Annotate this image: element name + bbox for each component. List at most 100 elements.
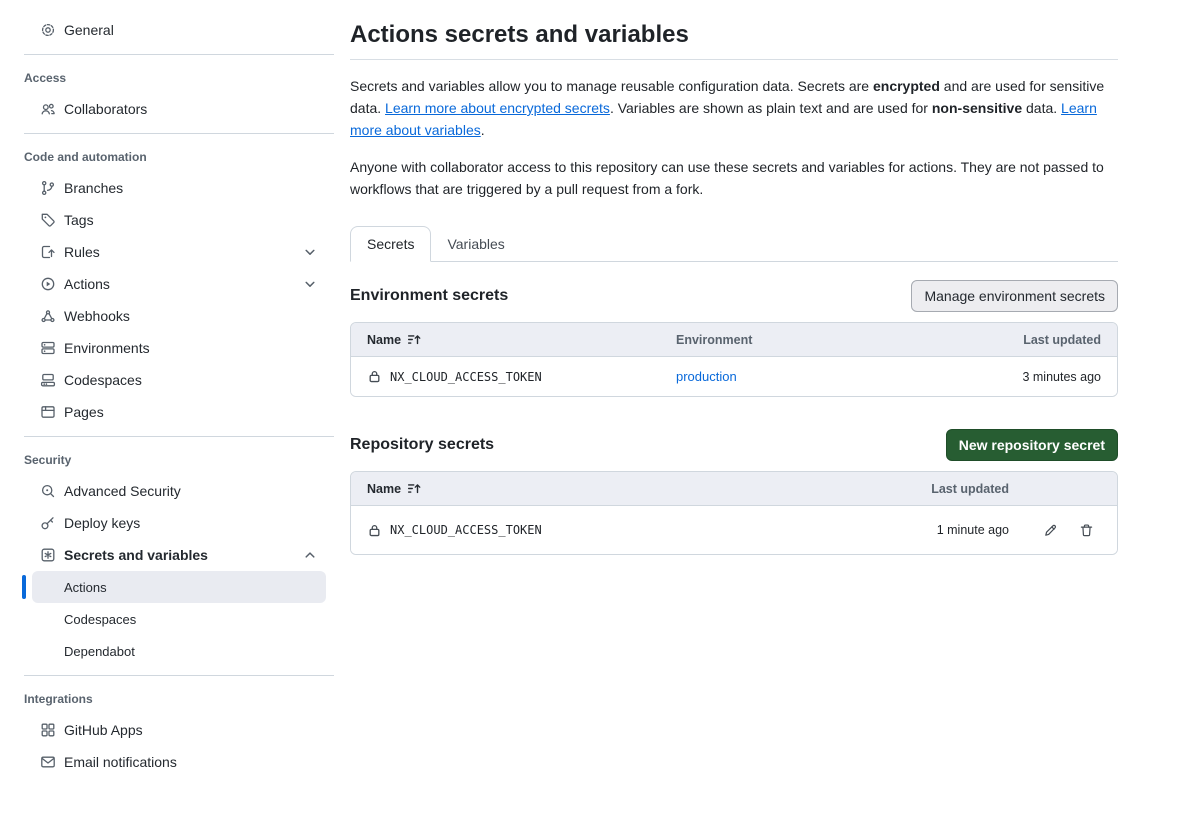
tab-secrets[interactable]: Secrets xyxy=(350,226,431,262)
codespaces-icon xyxy=(40,372,56,388)
page-title: Actions secrets and variables xyxy=(350,20,1118,60)
sidebar-item-label: Email notifications xyxy=(64,754,318,770)
sidebar-subitem-label: Codespaces xyxy=(64,612,136,627)
apps-grid-icon xyxy=(40,722,56,738)
webhook-icon xyxy=(40,308,56,324)
trash-icon xyxy=(1079,523,1094,538)
intro-bold-non-sensitive: non-sensitive xyxy=(932,100,1022,116)
rules-icon xyxy=(40,244,56,260)
lock-icon xyxy=(367,523,382,538)
column-header-last-updated: Last updated xyxy=(879,482,1009,496)
secret-name-cell: NX_CLOUD_ACCESS_TOKEN xyxy=(367,369,676,384)
sidebar-section-header-code-automation: Code and automation xyxy=(0,142,334,172)
intro-paragraph: Secrets and variables allow you to manag… xyxy=(350,75,1118,141)
codescan-icon xyxy=(40,483,56,499)
key-icon xyxy=(40,515,56,531)
lock-icon xyxy=(367,369,382,384)
sidebar-item-collaborators[interactable]: Collaborators xyxy=(24,93,326,125)
column-header-label: Name xyxy=(367,333,401,347)
sidebar-item-branches[interactable]: Branches xyxy=(24,172,326,204)
sidebar-section-header-access: Access xyxy=(0,63,334,93)
environment-link[interactable]: production xyxy=(676,369,737,384)
intro-text: . xyxy=(481,122,485,138)
sidebar-item-label: Tags xyxy=(64,212,318,228)
secret-name: NX_CLOUD_ACCESS_TOKEN xyxy=(390,523,542,537)
manage-environment-secrets-button[interactable]: Manage environment secrets xyxy=(911,280,1118,312)
sidebar-item-tags[interactable]: Tags xyxy=(24,204,326,236)
sidebar-item-deploy-keys[interactable]: Deploy keys xyxy=(24,507,326,539)
environment-secrets-header: Environment secrets Manage environment s… xyxy=(350,280,1118,312)
tab-variables[interactable]: Variables xyxy=(431,226,520,261)
sidebar-item-label: Pages xyxy=(64,404,318,420)
last-updated-value: 1 minute ago xyxy=(879,523,1009,537)
learn-more-encrypted-secrets-link[interactable]: Learn more about encrypted secrets xyxy=(385,100,610,116)
secret-name: NX_CLOUD_ACCESS_TOKEN xyxy=(390,370,542,384)
sidebar-item-environments[interactable]: Environments xyxy=(24,332,326,364)
sidebar-item-label: Codespaces xyxy=(64,372,318,388)
sidebar-item-webhooks[interactable]: Webhooks xyxy=(24,300,326,332)
sidebar-subitem-dependabot[interactable]: Dependabot xyxy=(32,635,326,667)
server-icon xyxy=(40,340,56,356)
sidebar-item-label: Secrets and variables xyxy=(64,547,294,563)
intro-text: Secrets and variables allow you to manag… xyxy=(350,78,873,94)
row-action-buttons xyxy=(1009,515,1101,545)
main-content: Actions secrets and variables Secrets an… xyxy=(350,0,1118,555)
new-repository-secret-button[interactable]: New repository secret xyxy=(946,429,1118,461)
browser-icon xyxy=(40,404,56,420)
settings-sidebar: General Access Collaborators Code and au… xyxy=(0,0,334,778)
sidebar-item-label: Rules xyxy=(64,244,294,260)
sidebar-item-rules[interactable]: Rules xyxy=(24,236,326,268)
intro-text: . Variables are shown as plain text and … xyxy=(610,100,932,116)
sidebar-item-label: Advanced Security xyxy=(64,483,318,499)
sidebar-item-advanced-security[interactable]: Advanced Security xyxy=(24,475,326,507)
repository-secrets-heading: Repository secrets xyxy=(350,436,494,454)
chevron-down-icon xyxy=(302,276,318,292)
sidebar-item-codespaces[interactable]: Codespaces xyxy=(24,364,326,396)
sidebar-divider xyxy=(24,133,334,134)
collaborator-access-paragraph: Anyone with collaborator access to this … xyxy=(350,156,1118,200)
table-header-row: Name Last updated xyxy=(351,472,1117,505)
environment-secrets-table: Name Environment Last updated NX_CLOUD_A… xyxy=(350,322,1118,397)
sidebar-item-secrets-and-variables[interactable]: Secrets and variables xyxy=(24,539,326,571)
intro-bold-encrypted: encrypted xyxy=(873,78,940,94)
column-header-label: Name xyxy=(367,482,401,496)
delete-secret-button[interactable] xyxy=(1071,515,1101,545)
sidebar-item-email-notifications[interactable]: Email notifications xyxy=(24,746,326,778)
column-header-last-updated: Last updated xyxy=(941,333,1101,347)
people-icon xyxy=(40,101,56,117)
sidebar-item-actions[interactable]: Actions xyxy=(24,268,326,300)
sort-ascending-icon xyxy=(407,332,422,347)
table-row: NX_CLOUD_ACCESS_TOKEN production 3 minut… xyxy=(351,356,1117,396)
sidebar-item-label: Webhooks xyxy=(64,308,318,324)
sidebar-item-label: General xyxy=(64,22,318,38)
sidebar-subitem-actions[interactable]: Actions xyxy=(32,571,326,603)
sidebar-divider xyxy=(24,436,334,437)
gear-icon xyxy=(40,22,56,38)
sidebar-item-label: Deploy keys xyxy=(64,515,318,531)
sidebar-subitem-label: Dependabot xyxy=(64,644,135,659)
play-circle-icon xyxy=(40,276,56,292)
column-header-name-sort[interactable]: Name xyxy=(367,332,676,347)
secret-asterisk-icon xyxy=(40,547,56,563)
sidebar-item-label: Branches xyxy=(64,180,318,196)
edit-pencil-icon xyxy=(1043,523,1058,538)
sidebar-divider xyxy=(24,675,334,676)
column-header-environment: Environment xyxy=(676,333,941,347)
sidebar-item-label: Actions xyxy=(64,276,294,292)
table-header-row: Name Environment Last updated xyxy=(351,323,1117,356)
chevron-up-icon xyxy=(302,547,318,563)
last-updated-value: 3 minutes ago xyxy=(941,370,1101,384)
sidebar-item-pages[interactable]: Pages xyxy=(24,396,326,428)
sidebar-item-github-apps[interactable]: GitHub Apps xyxy=(24,714,326,746)
sidebar-section-header-integrations: Integrations xyxy=(0,684,334,714)
active-indicator xyxy=(22,575,26,599)
sort-ascending-icon xyxy=(407,481,422,496)
repository-secrets-header: Repository secrets New repository secret xyxy=(350,429,1118,461)
sidebar-item-general[interactable]: General xyxy=(24,14,326,46)
sidebar-item-label: Collaborators xyxy=(64,101,318,117)
chevron-down-icon xyxy=(302,244,318,260)
column-header-name-sort[interactable]: Name xyxy=(367,481,879,496)
repository-secrets-table: Name Last updated NX_CLOUD_ACCESS_TOKEN … xyxy=(350,471,1118,555)
edit-secret-button[interactable] xyxy=(1035,515,1065,545)
sidebar-subitem-codespaces[interactable]: Codespaces xyxy=(32,603,326,635)
